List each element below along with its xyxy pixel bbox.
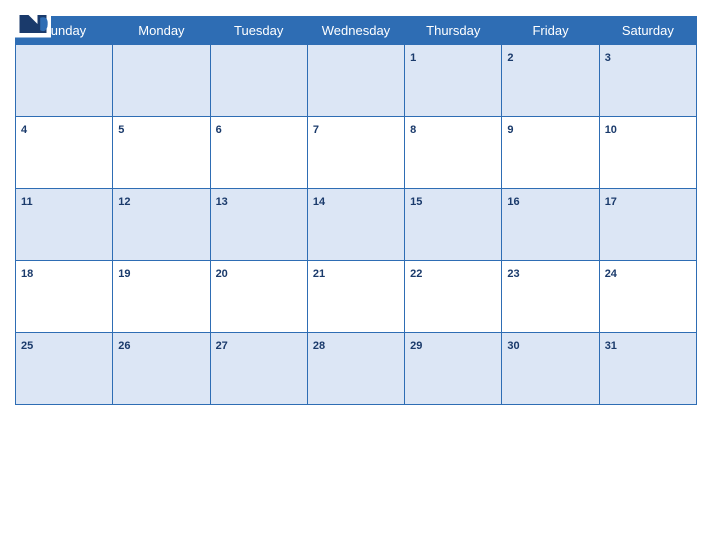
calendar-cell (113, 45, 210, 117)
calendar-cell: 17 (599, 189, 696, 261)
day-number: 31 (605, 340, 617, 352)
day-number: 16 (507, 196, 519, 208)
calendar-cell: 27 (210, 333, 307, 405)
calendar-cell: 14 (307, 189, 404, 261)
day-number: 7 (313, 124, 319, 136)
day-number: 4 (21, 124, 27, 136)
logo (15, 10, 51, 38)
weekday-header-wednesday: Wednesday (307, 17, 404, 45)
calendar-cell: 7 (307, 117, 404, 189)
calendar-cell: 4 (16, 117, 113, 189)
calendar-cell: 2 (502, 45, 599, 117)
calendar-cell: 31 (599, 333, 696, 405)
weekday-header-monday: Monday (113, 17, 210, 45)
calendar-cell: 8 (405, 117, 502, 189)
calendar-cell: 26 (113, 333, 210, 405)
day-number: 2 (507, 52, 513, 64)
day-number: 21 (313, 268, 325, 280)
weekday-header-friday: Friday (502, 17, 599, 45)
weekday-header-saturday: Saturday (599, 17, 696, 45)
day-number: 23 (507, 268, 519, 280)
day-number: 12 (118, 196, 130, 208)
day-number: 9 (507, 124, 513, 136)
calendar-cell: 16 (502, 189, 599, 261)
calendar-cell: 9 (502, 117, 599, 189)
day-number: 17 (605, 196, 617, 208)
day-number: 26 (118, 340, 130, 352)
day-number: 18 (21, 268, 33, 280)
calendar-cell: 21 (307, 261, 404, 333)
calendar-cell: 11 (16, 189, 113, 261)
weekday-header-thursday: Thursday (405, 17, 502, 45)
day-number: 3 (605, 52, 611, 64)
calendar-cell (16, 45, 113, 117)
calendar-cell: 25 (16, 333, 113, 405)
day-number: 15 (410, 196, 422, 208)
day-number: 30 (507, 340, 519, 352)
calendar-cell: 19 (113, 261, 210, 333)
day-number: 22 (410, 268, 422, 280)
day-number: 24 (605, 268, 617, 280)
calendar-cell: 23 (502, 261, 599, 333)
calendar-cell: 10 (599, 117, 696, 189)
calendar-cell: 29 (405, 333, 502, 405)
calendar-cell: 30 (502, 333, 599, 405)
calendar-cell: 28 (307, 333, 404, 405)
weekday-header-tuesday: Tuesday (210, 17, 307, 45)
calendar-cell: 20 (210, 261, 307, 333)
calendar-cell: 24 (599, 261, 696, 333)
day-number: 13 (216, 196, 228, 208)
calendar-cell: 3 (599, 45, 696, 117)
calendar-cell: 5 (113, 117, 210, 189)
day-number: 10 (605, 124, 617, 136)
calendar-cell: 13 (210, 189, 307, 261)
calendar-cell: 1 (405, 45, 502, 117)
calendar-cell (307, 45, 404, 117)
day-number: 28 (313, 340, 325, 352)
day-number: 27 (216, 340, 228, 352)
calendar-cell: 22 (405, 261, 502, 333)
day-number: 11 (21, 196, 33, 208)
day-number: 14 (313, 196, 325, 208)
day-number: 6 (216, 124, 222, 136)
calendar-cell: 18 (16, 261, 113, 333)
day-number: 20 (216, 268, 228, 280)
day-number: 1 (410, 52, 416, 64)
calendar-cell: 12 (113, 189, 210, 261)
calendar-table: SundayMondayTuesdayWednesdayThursdayFrid… (15, 16, 697, 405)
day-number: 25 (21, 340, 33, 352)
calendar-cell: 15 (405, 189, 502, 261)
day-number: 19 (118, 268, 130, 280)
day-number: 29 (410, 340, 422, 352)
calendar-cell: 6 (210, 117, 307, 189)
day-number: 5 (118, 124, 124, 136)
day-number: 8 (410, 124, 416, 136)
calendar-cell (210, 45, 307, 117)
